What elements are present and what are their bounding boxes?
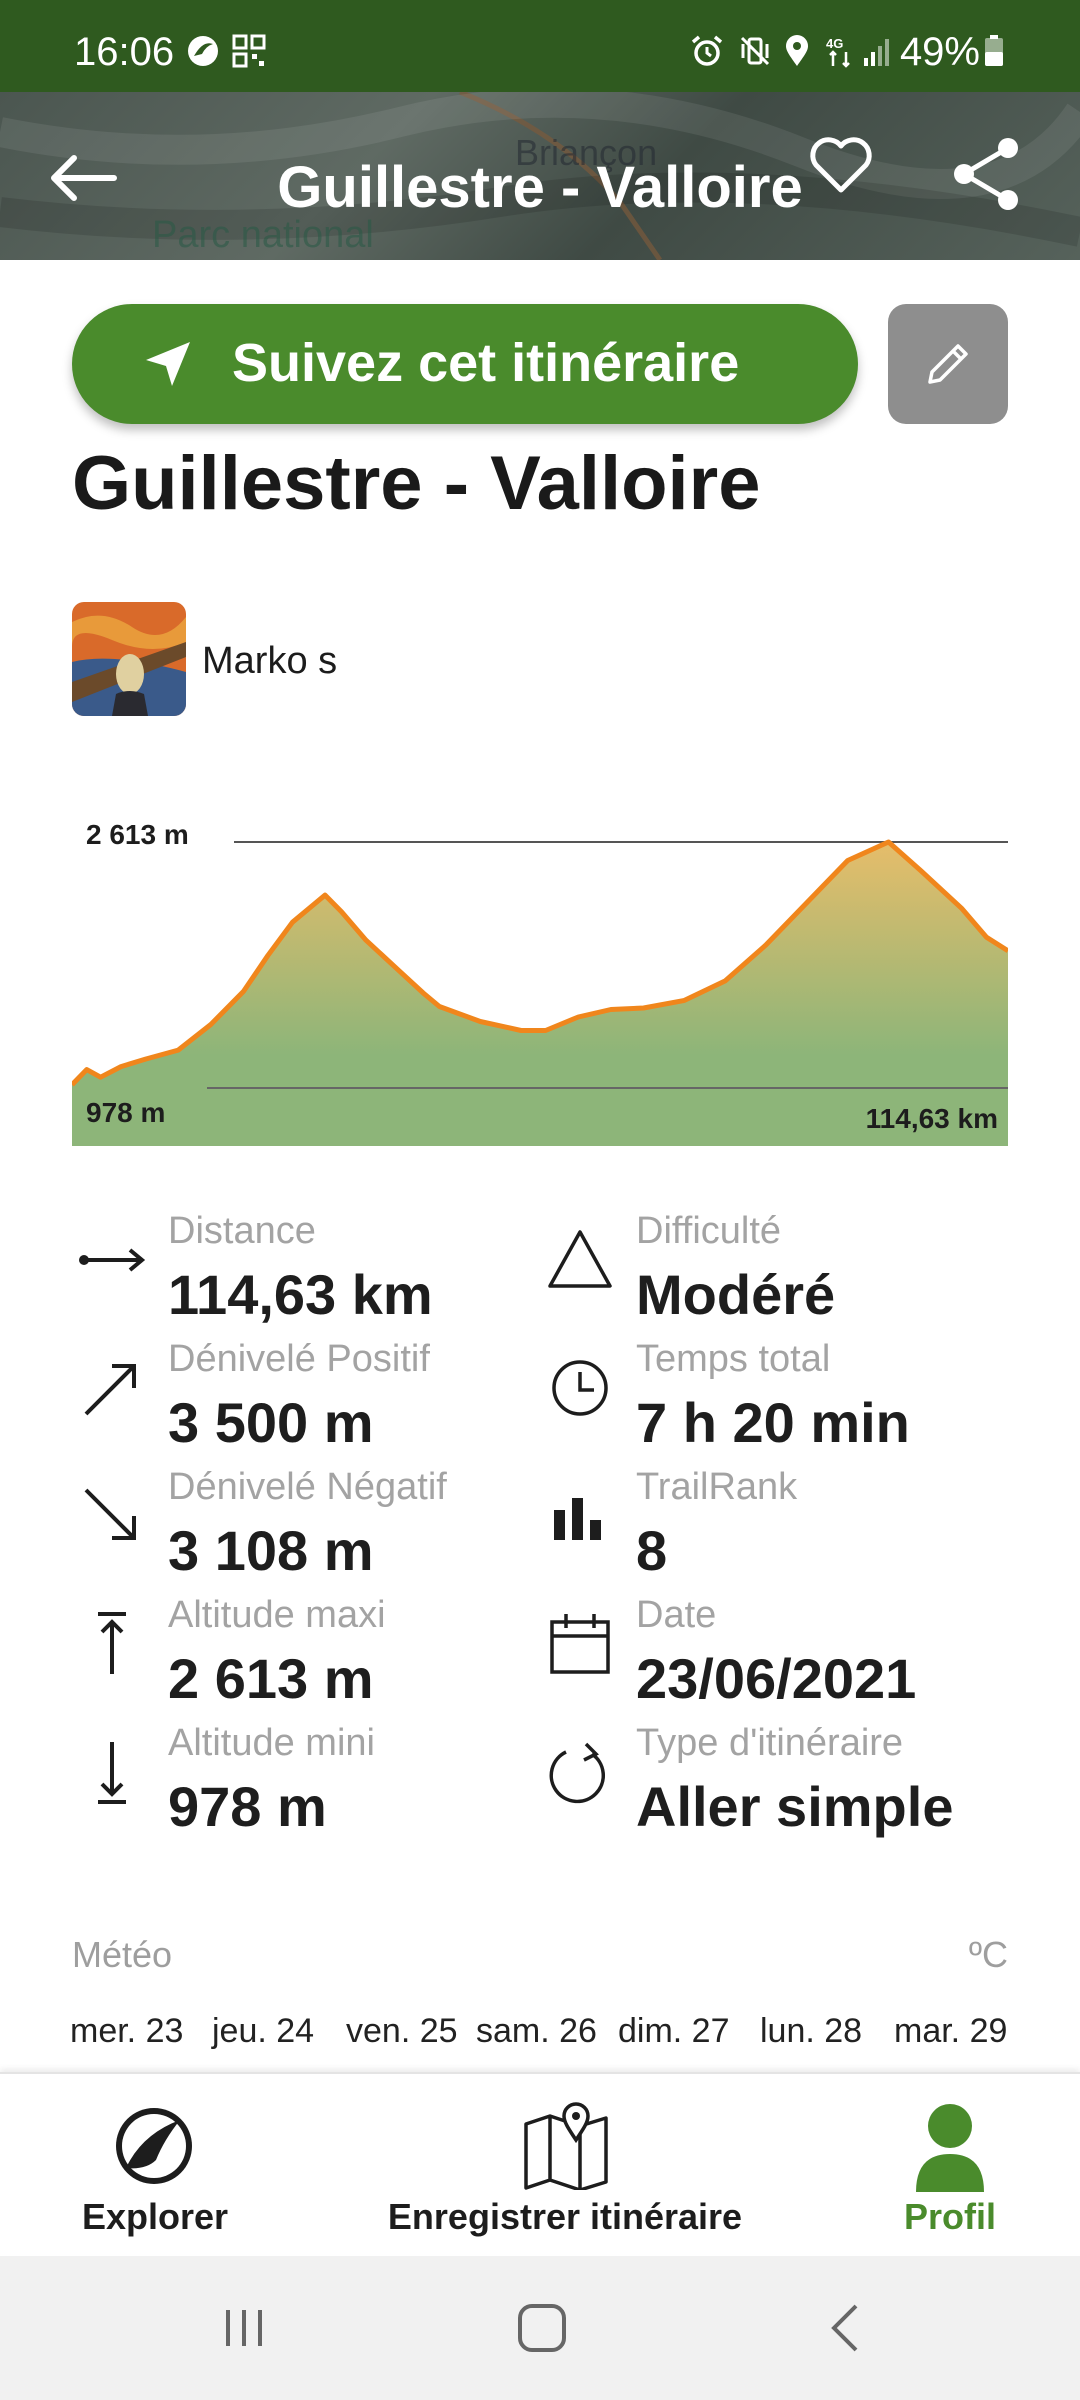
nav-record-route[interactable]: Enregistrer itinéraire	[360, 2074, 770, 2258]
qr-icon	[232, 34, 266, 68]
stat-label: Difficulté	[636, 1210, 782, 1252]
share-icon[interactable]	[950, 136, 1024, 212]
system-navigation-bar	[0, 2256, 1080, 2400]
nav-label: Profil	[903, 2196, 996, 2237]
bar-chart-icon	[554, 1498, 601, 1540]
stat-value: 2 613 m	[168, 1647, 374, 1710]
stat-value: 8	[636, 1519, 668, 1582]
network-4g-icon: 4G	[826, 36, 850, 68]
stat-value: 7 h 20 min	[636, 1391, 910, 1454]
map-pin-icon	[524, 2102, 608, 2190]
nav-label: Explorer	[81, 2196, 229, 2237]
author-name[interactable]: Marko s	[202, 640, 337, 683]
clock-icon	[552, 1360, 608, 1416]
follow-route-button[interactable]: Suivez cet itinéraire	[72, 304, 858, 424]
status-bar: 16:06 4G 49%	[0, 0, 1080, 92]
battery-percent: 49%	[899, 30, 980, 74]
map-header: Briançon Parc national Guillestre - Vall…	[0, 92, 1080, 260]
weather-day[interactable]: jeu. 24	[212, 2012, 314, 2051]
edit-button[interactable]	[888, 304, 1008, 424]
nav-label: Enregistrer itinéraire	[387, 2196, 743, 2237]
location-icon	[786, 35, 808, 66]
distance-label: 114,63 km	[866, 1103, 998, 1134]
stat-label: Dénivelé Positif	[168, 1338, 430, 1380]
follow-route-label: Suivez cet itinéraire	[232, 333, 740, 393]
recent-apps-icon[interactable]	[220, 2304, 268, 2352]
back-nav-icon[interactable]	[826, 2302, 866, 2354]
elevation-chart: 2 613 m 978 m 114,63 km	[72, 819, 1008, 1146]
nav-profile[interactable]: Profil	[860, 2074, 1040, 2258]
bottom-navigation: Explorer Enregistrer itinéraire Profil	[0, 2072, 1080, 2258]
pencil-icon	[928, 344, 968, 384]
weather-day[interactable]: sam. 26	[476, 2012, 597, 2051]
calendar-icon	[550, 1614, 610, 1674]
weather-day[interactable]: mar. 29	[894, 2012, 1007, 2051]
stat-value: 3 108 m	[168, 1519, 374, 1582]
weather-day[interactable]: mer. 23	[70, 2012, 183, 2051]
weather-day[interactable]: dim. 27	[618, 2012, 730, 2051]
header-title: Guillestre - Valloire	[277, 155, 803, 220]
max-altitude-icon	[98, 1612, 126, 1674]
stat-value: Aller simple	[636, 1775, 954, 1838]
stat-label: Dénivelé Négatif	[168, 1466, 447, 1508]
battery-icon	[985, 35, 1003, 66]
stat-label: Distance	[168, 1210, 316, 1252]
vibrate-icon	[740, 36, 770, 66]
navigation-arrow-icon	[146, 342, 190, 386]
one-way-icon	[549, 1742, 606, 1804]
stat-label: Temps total	[636, 1338, 831, 1380]
stat-value: 23/06/2021	[636, 1647, 917, 1710]
distance-arrow-icon	[79, 1248, 146, 1272]
min-altitude-label: 978 m	[86, 1097, 165, 1128]
svg-text:4G: 4G	[826, 36, 843, 51]
stat-label: Type d'itinéraire	[636, 1722, 904, 1764]
stat-label: Altitude mini	[168, 1722, 375, 1764]
ascent-arrow-icon	[84, 1364, 136, 1416]
avatar-image	[72, 602, 186, 716]
stat-label: TrailRank	[636, 1466, 798, 1508]
stat-value: Modéré	[636, 1263, 836, 1326]
max-altitude-label: 2 613 m	[86, 819, 189, 850]
weather-day[interactable]: ven. 25	[346, 2012, 458, 2051]
profile-icon	[916, 2104, 984, 2192]
nav-explorer[interactable]: Explorer	[40, 2074, 270, 2258]
stat-value: 114,63 km	[168, 1263, 433, 1326]
elevation-area	[72, 842, 1008, 1146]
temperature-unit[interactable]: ºC	[969, 1934, 1008, 1976]
descent-arrow-icon	[84, 1488, 136, 1540]
home-icon[interactable]	[516, 2302, 568, 2354]
status-time: 16:06	[74, 30, 175, 74]
stat-value: 3 500 m	[168, 1391, 374, 1454]
favorite-heart-icon[interactable]	[808, 134, 874, 196]
route-title: Guillestre - Valloire	[72, 441, 761, 526]
explore-logo-icon	[116, 2108, 192, 2184]
weather-day[interactable]: lun. 28	[760, 2012, 862, 2051]
signal-icon	[864, 39, 889, 66]
stat-value: 978 m	[168, 1775, 327, 1838]
alarm-icon	[691, 35, 723, 66]
leaf-icon	[188, 36, 218, 66]
min-altitude-icon	[98, 1742, 126, 1804]
stat-label: Altitude maxi	[168, 1594, 386, 1636]
weather-label: Météo	[72, 1934, 173, 1975]
stat-label: Date	[636, 1594, 717, 1636]
author-avatar[interactable]	[72, 602, 186, 716]
difficulty-triangle-icon	[548, 1230, 612, 1288]
weather-days-row: mer. 23 jeu. 24 ven. 25 sam. 26 dim. 27 …	[70, 2012, 1010, 2056]
